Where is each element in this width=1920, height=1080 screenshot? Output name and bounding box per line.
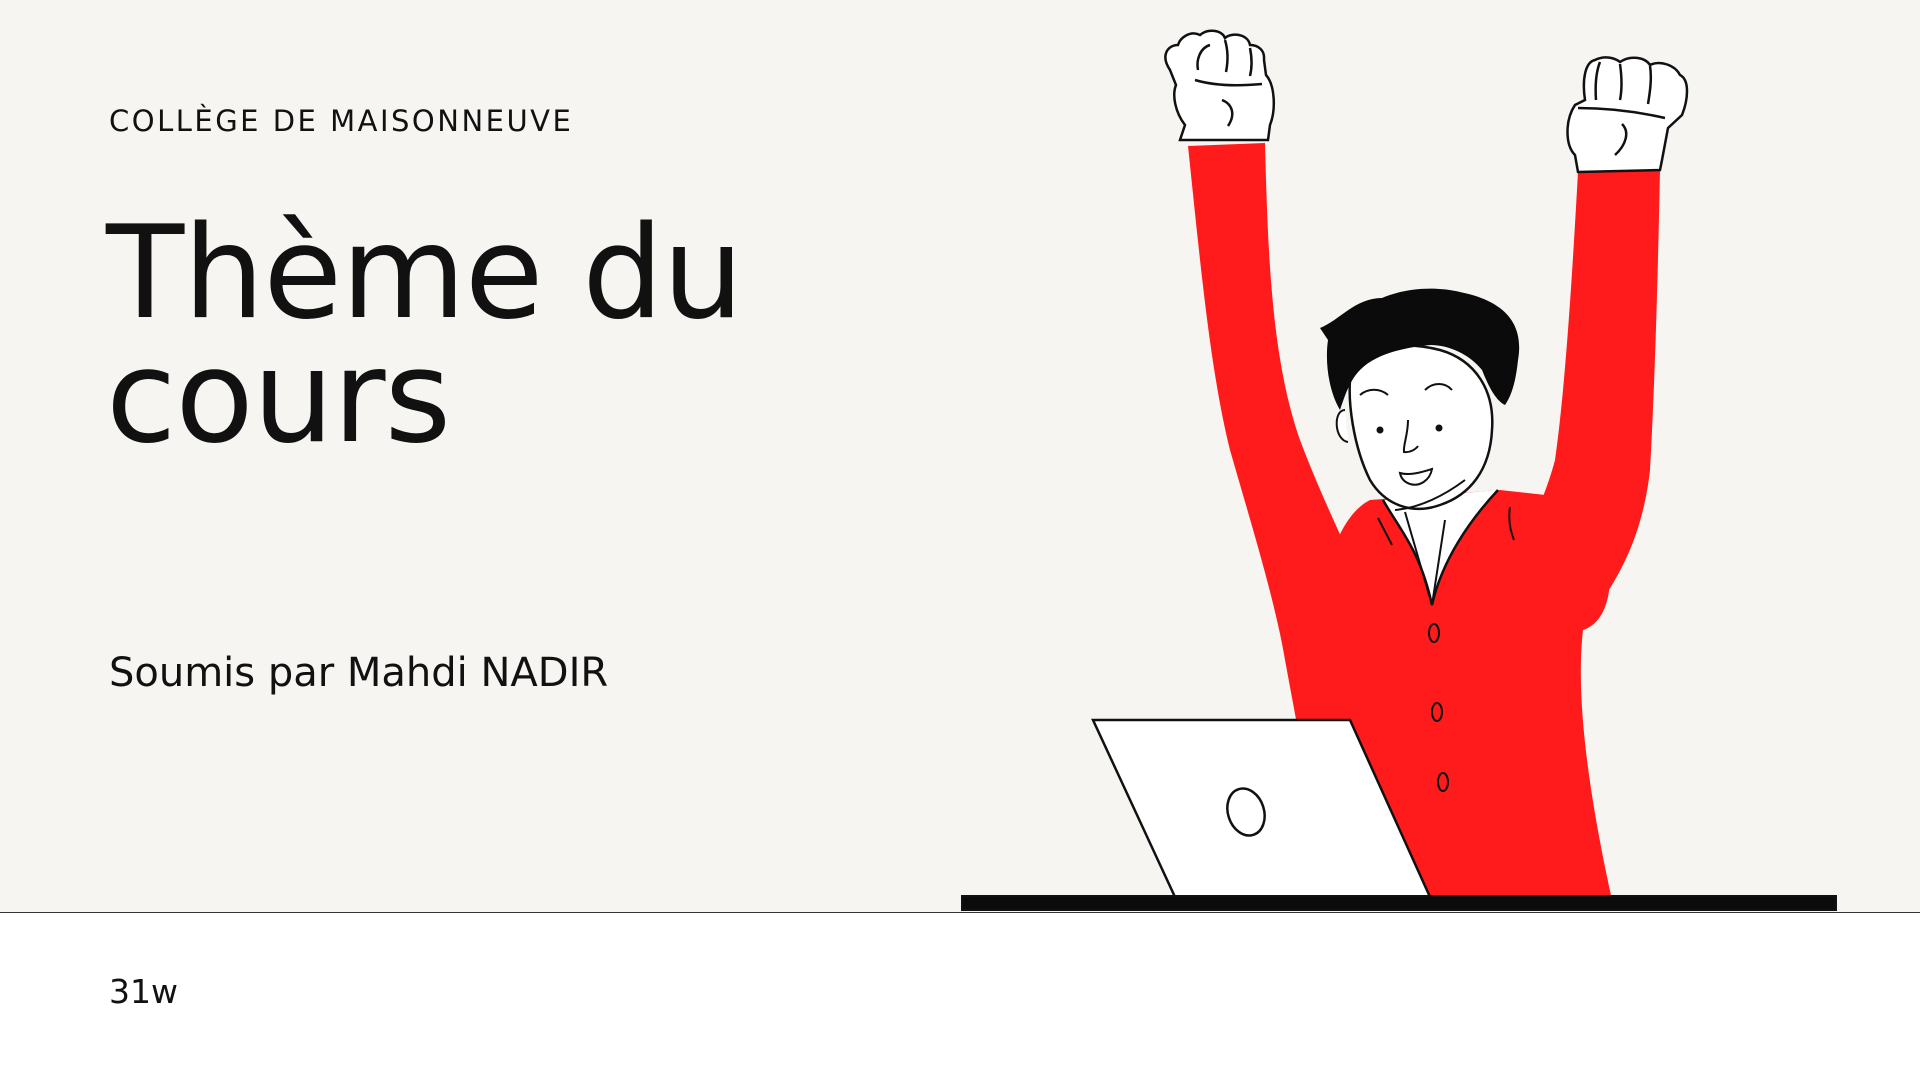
eye [1435, 424, 1443, 432]
section-divider [0, 912, 1920, 913]
course-code: 31w [109, 972, 178, 1011]
left-fist [1164, 29, 1275, 142]
right-fist [1566, 56, 1689, 174]
slide-top-panel: COLLÈGE DE MAISONNEUVE Thème du cours So… [0, 0, 1920, 912]
ear [1335, 409, 1349, 443]
celebrating-man-illustration [961, 29, 1837, 911]
eye [1376, 426, 1384, 434]
desk [961, 895, 1837, 911]
